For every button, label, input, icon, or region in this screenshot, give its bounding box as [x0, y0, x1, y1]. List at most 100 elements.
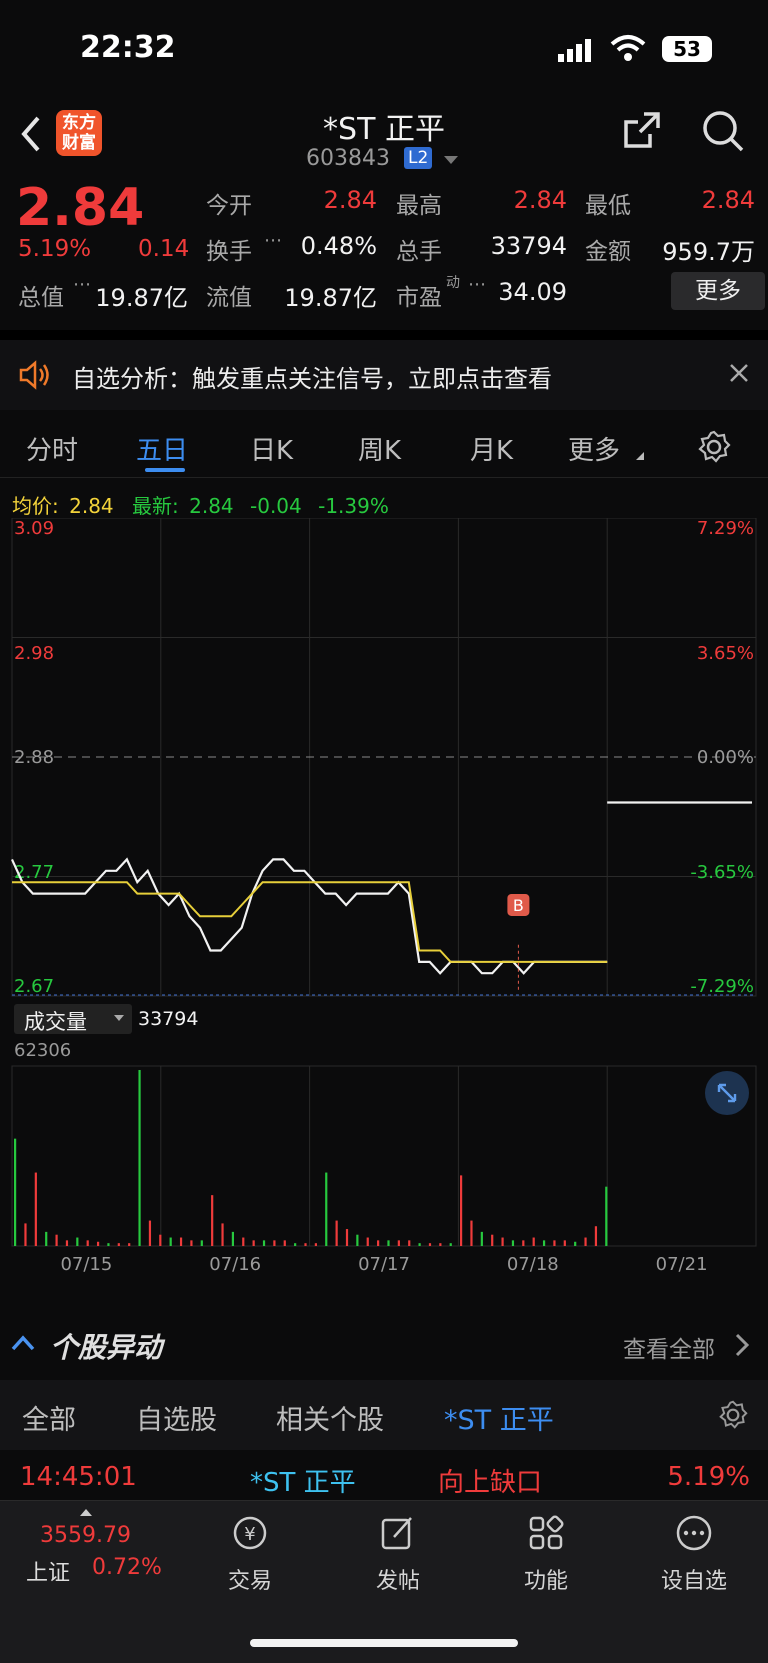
volume-bar: [211, 1195, 214, 1246]
volume-bar: [231, 1231, 235, 1246]
volume-bar: [262, 1240, 266, 1246]
nav-functions[interactable]: 功能: [486, 1513, 606, 1595]
divider: [0, 330, 768, 340]
volume-bar: [459, 1175, 463, 1246]
volume-bar: [294, 1243, 297, 1246]
chevron-right-icon[interactable]: [734, 1332, 750, 1362]
volume-bar: [366, 1237, 369, 1246]
x-axis-date-label: 07/18: [507, 1254, 559, 1275]
x-axis-date-label: 07/15: [60, 1254, 112, 1275]
y-axis-tick-label-pct: 0.00%: [697, 747, 754, 768]
volume-bar: [594, 1226, 598, 1246]
avg-label: 均价:: [12, 494, 59, 518]
home-indicator: [250, 1639, 518, 1647]
volume-bar: [242, 1237, 245, 1246]
nav-post[interactable]: 发帖: [338, 1513, 458, 1595]
search-icon[interactable]: [700, 108, 746, 158]
index-widget[interactable]: 3559.79 上证 0.72%: [0, 1501, 190, 1601]
volume-bar: [283, 1240, 286, 1246]
chart-tabs: 分时 五日 日K 周K 月K 更多: [0, 418, 768, 478]
turnover-label: 换手: [206, 239, 252, 265]
volume-bar: [314, 1243, 317, 1246]
volume-label: 总手: [396, 239, 442, 265]
tab-week-k[interactable]: 周K: [358, 430, 401, 467]
view-all-link[interactable]: 查看全部: [623, 1330, 715, 1364]
stock-anomaly-header: 个股异动 查看全部: [0, 1308, 768, 1378]
info-icon[interactable]: ⋯: [468, 274, 486, 295]
filter-current-stock[interactable]: *ST 正平: [444, 1398, 554, 1437]
low-value: 2.84: [701, 186, 755, 214]
share-icon[interactable]: [620, 108, 664, 156]
nav-add-watchlist-label: 设自选: [660, 1569, 727, 1594]
volume-label: 成交量: [24, 1010, 87, 1034]
volume-bar: [428, 1243, 432, 1246]
battery-icon: 53: [662, 36, 712, 62]
index-name: 上证: [26, 1561, 71, 1586]
volume-bar: [377, 1240, 380, 1246]
current-price: 2.84: [16, 178, 145, 238]
tab-day-k[interactable]: 日K: [250, 430, 293, 467]
level2-badge: L2: [404, 147, 433, 169]
volume-bar: [335, 1220, 338, 1246]
change-amount: 0.14: [138, 236, 190, 262]
chart-info-line: 均价: 2.84 最新: 2.84 -0.04 -1.39%: [12, 490, 389, 519]
filter-all[interactable]: 全部: [22, 1398, 76, 1437]
settings-icon[interactable]: [697, 430, 731, 468]
more-button[interactable]: 更多: [671, 272, 765, 310]
expand-button[interactable]: [705, 1071, 749, 1115]
tab-minute[interactable]: 分时: [26, 430, 78, 467]
index-percent: 0.72%: [92, 1555, 162, 1580]
volume-bar: [480, 1231, 483, 1246]
change-percent: 5.19%: [18, 236, 92, 262]
volume-bar: [542, 1240, 546, 1246]
market-cap-value: 19.87亿: [95, 284, 188, 312]
nav-add-watchlist[interactable]: 设自选: [634, 1513, 754, 1595]
y-axis-tick-label-pct: 7.29%: [697, 518, 754, 539]
close-icon[interactable]: [728, 362, 750, 388]
five-day-chart[interactable]: 均价: 2.84 最新: 2.84 -0.04 -1.39% 3.09 2.98 2…: [0, 478, 768, 1308]
stock-code-row[interactable]: 603843 L2: [300, 146, 470, 176]
active-tab-indicator: [145, 468, 185, 472]
pe-label: 市盈: [396, 285, 442, 311]
speaker-icon: [18, 360, 52, 394]
volume-bar: [159, 1234, 162, 1246]
volume-bar: [107, 1243, 110, 1246]
tab-month-k[interactable]: 月K: [470, 430, 513, 467]
volume-bar: [273, 1240, 276, 1246]
chevron-down-icon: [114, 1015, 124, 1021]
y-axis-tick-label: 2.88: [14, 747, 54, 768]
chevron-up-icon[interactable]: [10, 1334, 36, 1356]
volume-bar: [439, 1243, 442, 1246]
tab-more[interactable]: 更多: [568, 430, 620, 467]
triangle-up-icon: [80, 1509, 92, 1516]
volume-bar: [86, 1240, 89, 1246]
settings-icon[interactable]: [718, 1400, 748, 1434]
volume-bar: [252, 1240, 255, 1246]
y-axis-tick-label: 3.09: [14, 518, 54, 539]
grid-icon: [529, 1515, 564, 1550]
alert-banner[interactable]: 自选分析：触发重点关注信号，立即点击查看: [0, 340, 768, 410]
latest-change-pct: -1.39%: [318, 494, 389, 518]
open-value: 2.84: [323, 186, 377, 214]
volume-bar: [501, 1237, 504, 1246]
volume-bar: [304, 1243, 307, 1246]
tab-five-day[interactable]: 五日: [136, 430, 188, 467]
info-icon[interactable]: ⋯: [73, 274, 91, 295]
turnover-value: 0.48%: [300, 232, 377, 260]
volume-frame: [11, 1065, 757, 1247]
volume-bar: [470, 1220, 473, 1246]
stock-code: 603843: [306, 146, 390, 171]
volume-bar: [418, 1243, 421, 1246]
volume-selector[interactable]: 成交量: [14, 1004, 132, 1034]
volume-bar: [522, 1240, 525, 1246]
nav-trade[interactable]: ¥ 交易: [190, 1513, 310, 1595]
volume-bar: [169, 1237, 172, 1246]
volume-bar: [179, 1237, 183, 1246]
buy-marker-label: B: [513, 896, 524, 915]
info-icon[interactable]: ⋯: [264, 230, 282, 251]
filter-related[interactable]: 相关个股: [276, 1398, 384, 1437]
avg-value: 2.84: [69, 494, 114, 518]
volume-bar: [408, 1240, 411, 1246]
trade-icon: ¥: [233, 1516, 267, 1550]
filter-watchlist[interactable]: 自选股: [136, 1398, 217, 1437]
